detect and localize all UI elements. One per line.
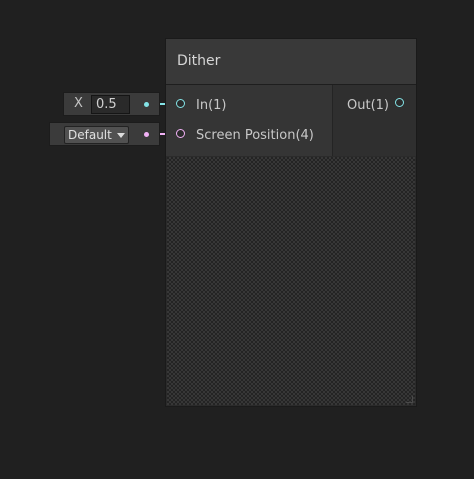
chevron-down-icon [117,133,125,138]
screen-position-dropdown[interactable]: Default [64,126,129,144]
out-port-label: Out(1) [347,98,389,113]
screen-position-port-label: Screen Position(4) [196,128,314,143]
x-input-field: X 0.5 [63,92,160,116]
x-field-label: X [74,96,83,111]
in-port[interactable] [176,99,185,108]
screen-position-connector [144,132,149,137]
in-port-label: In(1) [196,98,227,113]
x-value-input[interactable]: 0.5 [91,95,130,114]
dither-node[interactable]: Dither In(1) Screen Position(4) Out(1) [165,38,417,407]
node-title: Dither [177,53,221,69]
screen-position-dropdown-value: Default [68,128,112,142]
screen-position-port[interactable] [176,129,185,138]
node-ports: In(1) Screen Position(4) Out(1) [166,85,416,156]
node-header[interactable]: Dither [166,39,416,85]
out-port[interactable] [395,98,404,107]
resize-handle[interactable] [406,396,413,403]
x-field-connector [144,102,149,107]
output-ports: Out(1) [333,85,416,156]
screen-position-field: Default [49,122,160,146]
node-preview [167,157,415,405]
